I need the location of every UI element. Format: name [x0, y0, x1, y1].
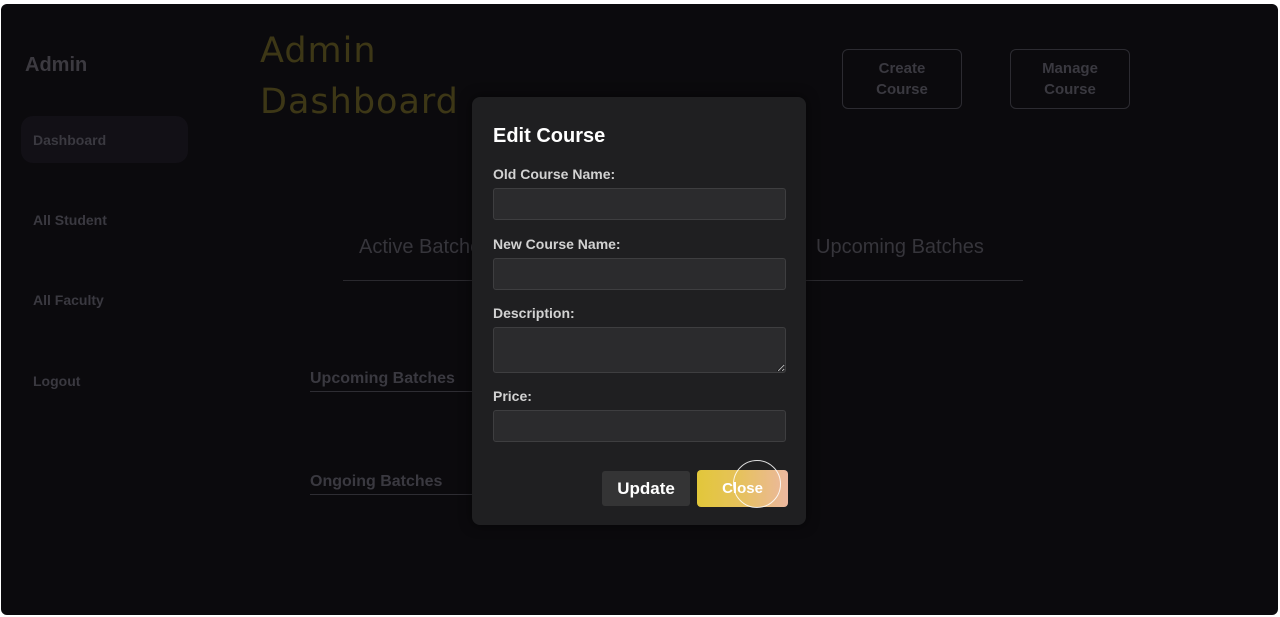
price-label: Price: — [493, 388, 532, 404]
description-textarea[interactable] — [493, 327, 786, 373]
section-ongoing-batches: Ongoing Batches — [310, 473, 474, 495]
create-course-button[interactable]: Create Course — [842, 49, 962, 109]
tab-upcoming-batches[interactable]: Upcoming Batches — [816, 236, 984, 259]
sidebar-title: Admin — [25, 54, 88, 76]
close-button[interactable]: Close — [697, 470, 788, 507]
app-window: Admin Dashboard All Student All Faculty … — [1, 4, 1278, 615]
sidebar-item-all-student[interactable]: All Student — [33, 212, 107, 228]
modal-title: Edit Course — [493, 125, 606, 147]
old-course-name-input[interactable] — [493, 188, 786, 220]
description-label: Description: — [493, 305, 575, 321]
price-input[interactable] — [493, 410, 786, 442]
sidebar-item-logout[interactable]: Logout — [33, 373, 80, 389]
section-upcoming-batches: Upcoming Batches — [310, 370, 474, 392]
page-title: Admin Dashboard — [260, 31, 459, 122]
sidebar-item-all-faculty[interactable]: All Faculty — [33, 292, 104, 308]
edit-course-modal: Edit Course Old Course Name: New Course … — [472, 97, 806, 525]
old-course-name-label: Old Course Name: — [493, 166, 616, 182]
new-course-name-input[interactable] — [493, 258, 786, 290]
update-button[interactable]: Update — [602, 471, 690, 506]
manage-course-button[interactable]: Manage Course — [1010, 49, 1130, 109]
sidebar-item-dashboard[interactable]: Dashboard — [33, 132, 106, 148]
new-course-name-label: New Course Name: — [493, 236, 621, 252]
